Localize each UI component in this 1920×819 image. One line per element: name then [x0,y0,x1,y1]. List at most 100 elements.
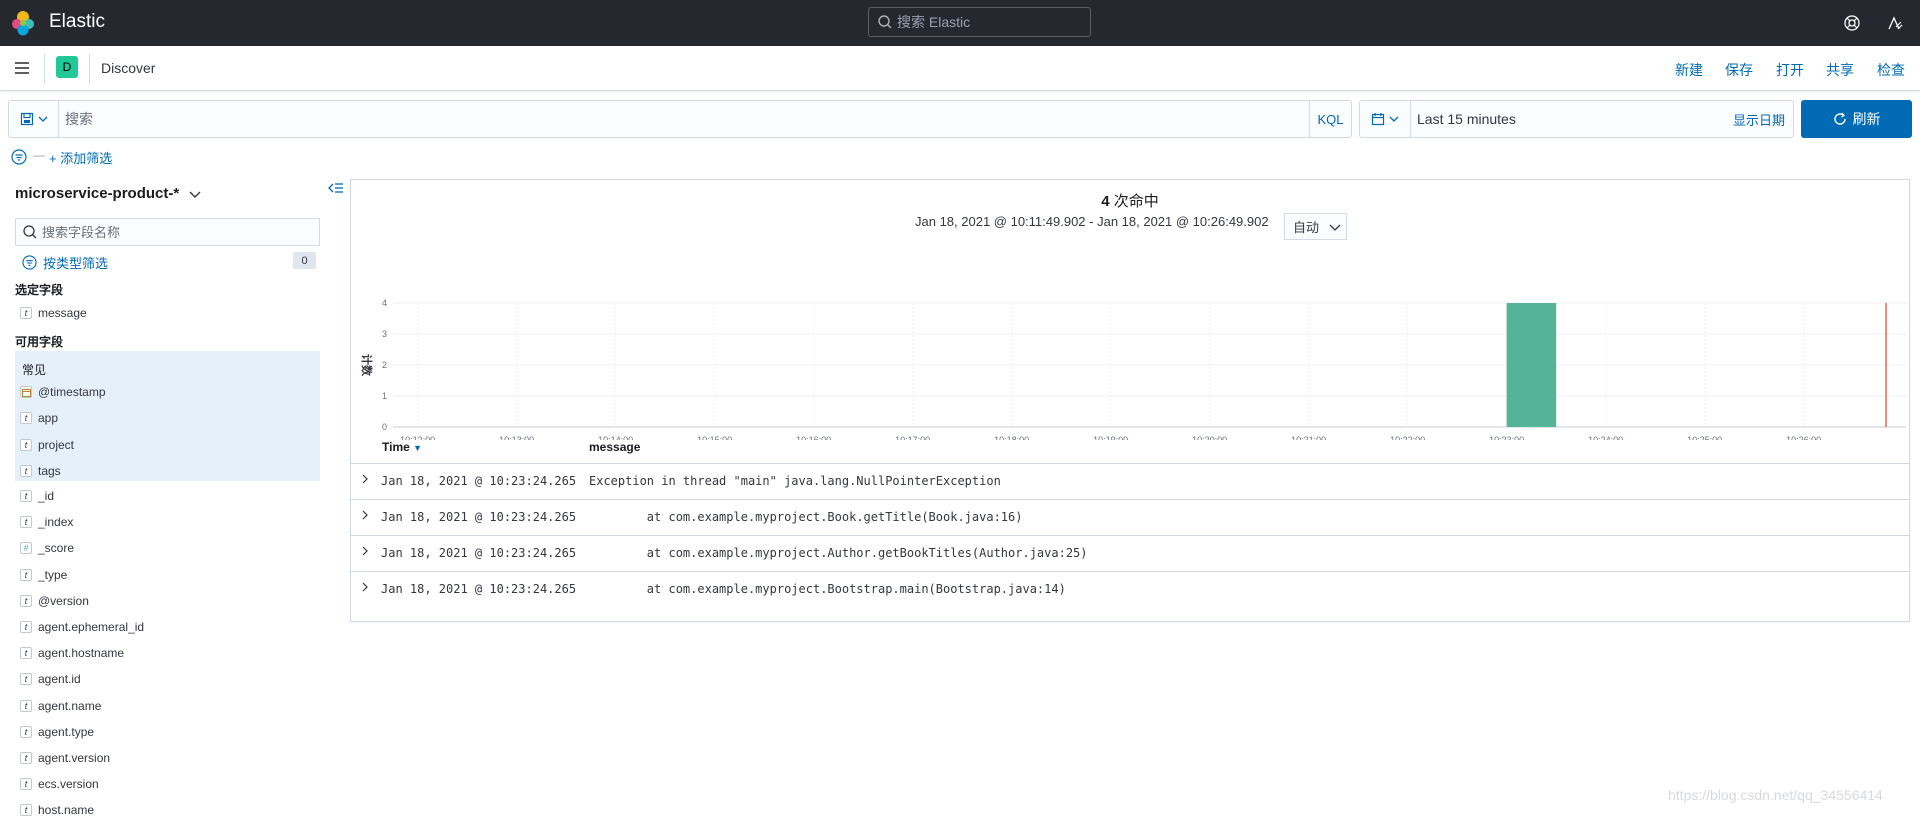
x-tick-label: 10:25:00 [1687,435,1722,440]
x-tick-label: 10:16:00 [796,435,831,440]
field-name: _score [38,541,75,556]
string-type-icon: t [20,594,32,607]
message-column-header[interactable]: message [589,440,640,454]
watermark: https://blog.csdn.net/qq_34556414 [1668,787,1883,803]
row-time: Jan 18, 2021 @ 10:23:24.265 [381,510,577,524]
string-type-icon: t [20,778,32,791]
search-icon [878,15,892,29]
table-row[interactable]: Jan 18, 2021 @ 10:23:24.265 at com.examp… [351,499,1909,535]
field-item[interactable]: t ecs.version [20,775,99,793]
menu-icon[interactable] [14,60,30,76]
field-item[interactable]: t host.name [20,801,94,819]
search-icon [23,225,37,239]
results-panel: 4 次命中 Jan 18, 2021 @ 10:11:49.902 - Jan … [350,179,1910,622]
table-row[interactable]: Jan 18, 2021 @ 10:23:24.265 Exception in … [351,463,1909,499]
query-language-button[interactable]: KQL [1309,101,1351,137]
collapse-sidebar-icon[interactable] [328,181,344,195]
expand-row-icon[interactable] [359,545,371,557]
field-item[interactable]: t agent.name [20,697,101,715]
query-bar: KQL [8,100,1352,138]
string-type-icon: t [20,412,32,425]
saved-query-button[interactable] [9,101,59,137]
popular-fields-label: 常见 [22,363,47,377]
x-tick-label: 10:15:00 [697,435,732,440]
row-message: at com.example.myproject.Author.getBookT… [589,546,1088,560]
sort-desc-icon[interactable]: ▼ [413,443,422,453]
field-name: agent.id [38,672,81,687]
field-search[interactable] [15,218,320,246]
histogram-bar[interactable] [1506,303,1557,427]
divider [44,54,45,84]
open-link[interactable]: 打开 [1776,60,1804,80]
filter-menu-icon[interactable] [11,149,27,165]
new-link[interactable]: 新建 [1675,60,1703,80]
space-avatar[interactable]: D [56,56,78,78]
divider [89,54,90,84]
field-item[interactable]: # _score [20,539,74,557]
global-search[interactable] [868,7,1091,37]
field-item[interactable]: t _type [20,566,67,584]
y-tick-label: 2 [382,360,387,370]
x-tick-label: 10:22:00 [1390,435,1425,440]
hits-count: 4 次命中 [351,190,1909,211]
field-name: _type [38,567,68,582]
field-item[interactable]: t _index [20,513,73,531]
global-header: Elastic [0,0,1920,46]
expand-row-icon[interactable] [359,473,371,485]
field-item[interactable]: t @version [20,592,89,610]
global-search-input[interactable] [897,14,1077,30]
field-item[interactable]: t message [20,304,87,322]
y-tick-label: 0 [382,422,387,432]
table-row[interactable]: Jan 18, 2021 @ 10:23:24.265 at com.examp… [351,535,1909,571]
x-tick-label: 10:17:00 [895,435,930,440]
refresh-button[interactable]: 刷新 [1801,100,1912,138]
show-dates-button[interactable]: 显示日期 [1733,110,1793,129]
field-item[interactable]: @timestamp [20,383,106,401]
user-icon[interactable] [1886,14,1904,32]
x-tick-label: 10:19:00 [1093,435,1128,440]
expand-row-icon[interactable] [359,509,371,521]
table-row[interactable]: Jan 18, 2021 @ 10:23:24.265 at com.examp… [351,571,1909,607]
field-item[interactable]: t agent.version [20,749,110,767]
index-pattern-selector[interactable]: microservice-product-* [15,185,201,202]
type-filter-button[interactable]: 按类型筛选 [22,253,108,272]
field-item[interactable]: t agent.id [20,670,81,688]
row-message: Exception in thread "main" java.lang.Nul… [589,474,1001,488]
field-name: tags [38,463,61,478]
date-range-text[interactable]: Last 15 minutes [1411,111,1733,127]
interval-select[interactable]: 自动 [1284,213,1347,240]
field-item[interactable]: t agent.type [20,723,94,741]
string-type-icon: t [20,438,32,451]
field-name: agent.version [38,751,111,765]
field-item[interactable]: t agent.hostname [20,644,124,662]
time-column-label: Time [382,440,410,454]
field-name: ecs.version [38,777,99,792]
field-name: @version [38,593,89,608]
save-link[interactable]: 保存 [1725,60,1753,80]
help-icon[interactable] [1843,14,1861,32]
x-tick-label: 10:24:00 [1588,435,1623,440]
field-name: agent.name [38,698,102,713]
hits-label: 次命中 [1113,193,1159,210]
string-type-icon: t [20,490,32,502]
field-name: project [38,437,75,452]
field-item[interactable]: t project [20,436,74,454]
field-name: app [38,411,59,426]
expand-row-icon[interactable] [359,581,371,593]
field-item[interactable]: t agent.ephemeral_id [20,618,144,636]
field-name: agent.type [38,724,95,739]
x-tick-label: 10:13:00 [499,435,534,440]
field-search-input[interactable] [42,224,302,240]
add-filter-button[interactable]: + 添加筛选 [49,148,112,167]
field-item[interactable]: t tags [20,462,61,480]
field-item[interactable]: t app [20,409,58,427]
available-fields-heading: 可用字段 [15,335,64,349]
time-column-header[interactable]: Time ▼ [382,440,422,454]
field-item[interactable]: t _id [20,487,54,505]
share-link[interactable]: 共享 [1826,60,1854,80]
query-input[interactable] [59,101,1309,137]
inspect-link[interactable]: 检查 [1877,60,1905,80]
quick-date-button[interactable] [1360,101,1411,137]
brand-name[interactable]: Elastic [49,11,105,33]
elastic-logo-icon[interactable] [10,10,36,36]
